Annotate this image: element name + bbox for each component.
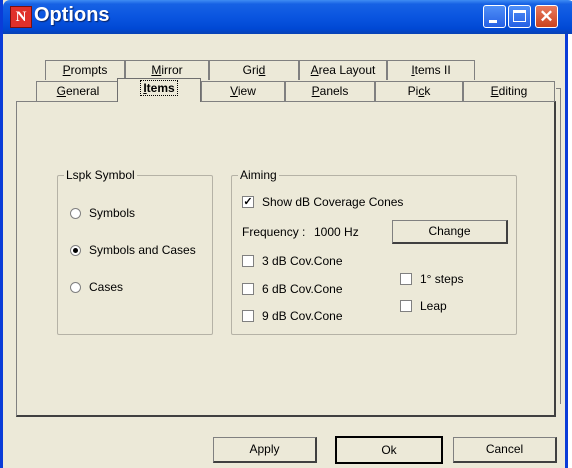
checkbox[interactable] — [242, 283, 254, 295]
window-title: Options — [34, 4, 110, 26]
maximize-button[interactable] — [508, 5, 531, 28]
change-button[interactable]: Change — [392, 220, 508, 244]
checkbox[interactable] — [400, 300, 412, 312]
radio-label: Cases — [89, 280, 124, 294]
checkbox-label: 3 dB Cov.Cone — [262, 254, 343, 268]
tab-items[interactable]: Items — [117, 78, 201, 102]
cone-6db-checkbox[interactable]: 6 dB Cov.Cone — [242, 282, 343, 296]
close-button[interactable]: ✕ — [535, 5, 558, 28]
checkbox[interactable] — [400, 273, 412, 285]
tab-general[interactable]: General — [36, 81, 120, 101]
radio-circle[interactable] — [70, 207, 81, 219]
radio-cases[interactable]: Cases — [70, 280, 123, 294]
tab-grid[interactable]: Grid — [209, 60, 299, 80]
radio-symbols[interactable]: Symbols — [70, 206, 135, 220]
minimize-button[interactable] — [483, 5, 506, 28]
tab-panel-edge — [556, 88, 561, 404]
app-logo-icon: N — [10, 6, 32, 28]
tab-editing[interactable]: Editing — [463, 81, 555, 101]
frequency-label: Frequency : — [242, 225, 306, 239]
checkbox-label: 6 dB Cov.Cone — [262, 282, 343, 296]
title-bar[interactable]: N Options ✕ — [3, 0, 572, 34]
tab-items-ii[interactable]: Items II — [387, 60, 475, 80]
close-icon: ✕ — [539, 7, 554, 26]
leap-checkbox[interactable]: Leap — [400, 299, 447, 313]
one-degree-steps-checkbox[interactable]: 1° steps — [400, 272, 464, 286]
radio-label: Symbols — [89, 206, 136, 220]
checkbox-label: 1° steps — [420, 272, 464, 286]
apply-button[interactable]: Apply — [213, 437, 317, 463]
checkbox-checked[interactable]: ✓ — [242, 196, 254, 208]
checkbox[interactable] — [242, 310, 254, 322]
minimize-icon — [489, 20, 497, 23]
options-dialog: N Options ✕ Prompts Mirror Grid Area Lay… — [0, 0, 572, 468]
frequency-value: 1000 Hz — [314, 225, 359, 239]
radio-symbols-and-cases[interactable]: Symbols and Cases — [70, 243, 196, 257]
checkbox-label: Leap — [420, 299, 447, 313]
checkbox-label: Show dB Coverage Cones — [262, 195, 404, 209]
tab-area-layout[interactable]: Area Layout — [299, 60, 387, 80]
items-tab-panel: Lspk Symbol Symbols Symbols and Cases Ca… — [16, 101, 556, 417]
checkbox-label: 9 dB Cov.Cone — [262, 309, 343, 323]
tab-pick[interactable]: Pick — [375, 81, 463, 101]
radio-circle-selected[interactable] — [70, 244, 81, 256]
cone-9db-checkbox[interactable]: 9 dB Cov.Cone — [242, 309, 343, 323]
tab-view[interactable]: View — [201, 81, 285, 101]
cancel-button[interactable]: Cancel — [453, 437, 557, 463]
lspk-symbol-group: Lspk Symbol Symbols Symbols and Cases Ca… — [57, 168, 213, 335]
aiming-legend: Aiming — [238, 168, 279, 182]
checkbox[interactable] — [242, 255, 254, 267]
radio-label: Symbols and Cases — [89, 243, 196, 257]
show-coverage-cones-checkbox[interactable]: ✓ Show dB Coverage Cones — [242, 195, 403, 209]
lspk-symbol-legend: Lspk Symbol — [64, 168, 137, 182]
cone-3db-checkbox[interactable]: 3 dB Cov.Cone — [242, 254, 343, 268]
ok-button[interactable]: Ok — [335, 436, 443, 464]
radio-circle[interactable] — [70, 281, 81, 293]
tab-panels[interactable]: Panels — [285, 81, 375, 101]
tab-prompts[interactable]: Prompts — [45, 60, 125, 80]
aiming-group: Aiming ✓ Show dB Coverage Cones Frequenc… — [231, 168, 517, 335]
maximize-icon — [513, 10, 526, 22]
tab-mirror[interactable]: Mirror — [125, 60, 209, 80]
